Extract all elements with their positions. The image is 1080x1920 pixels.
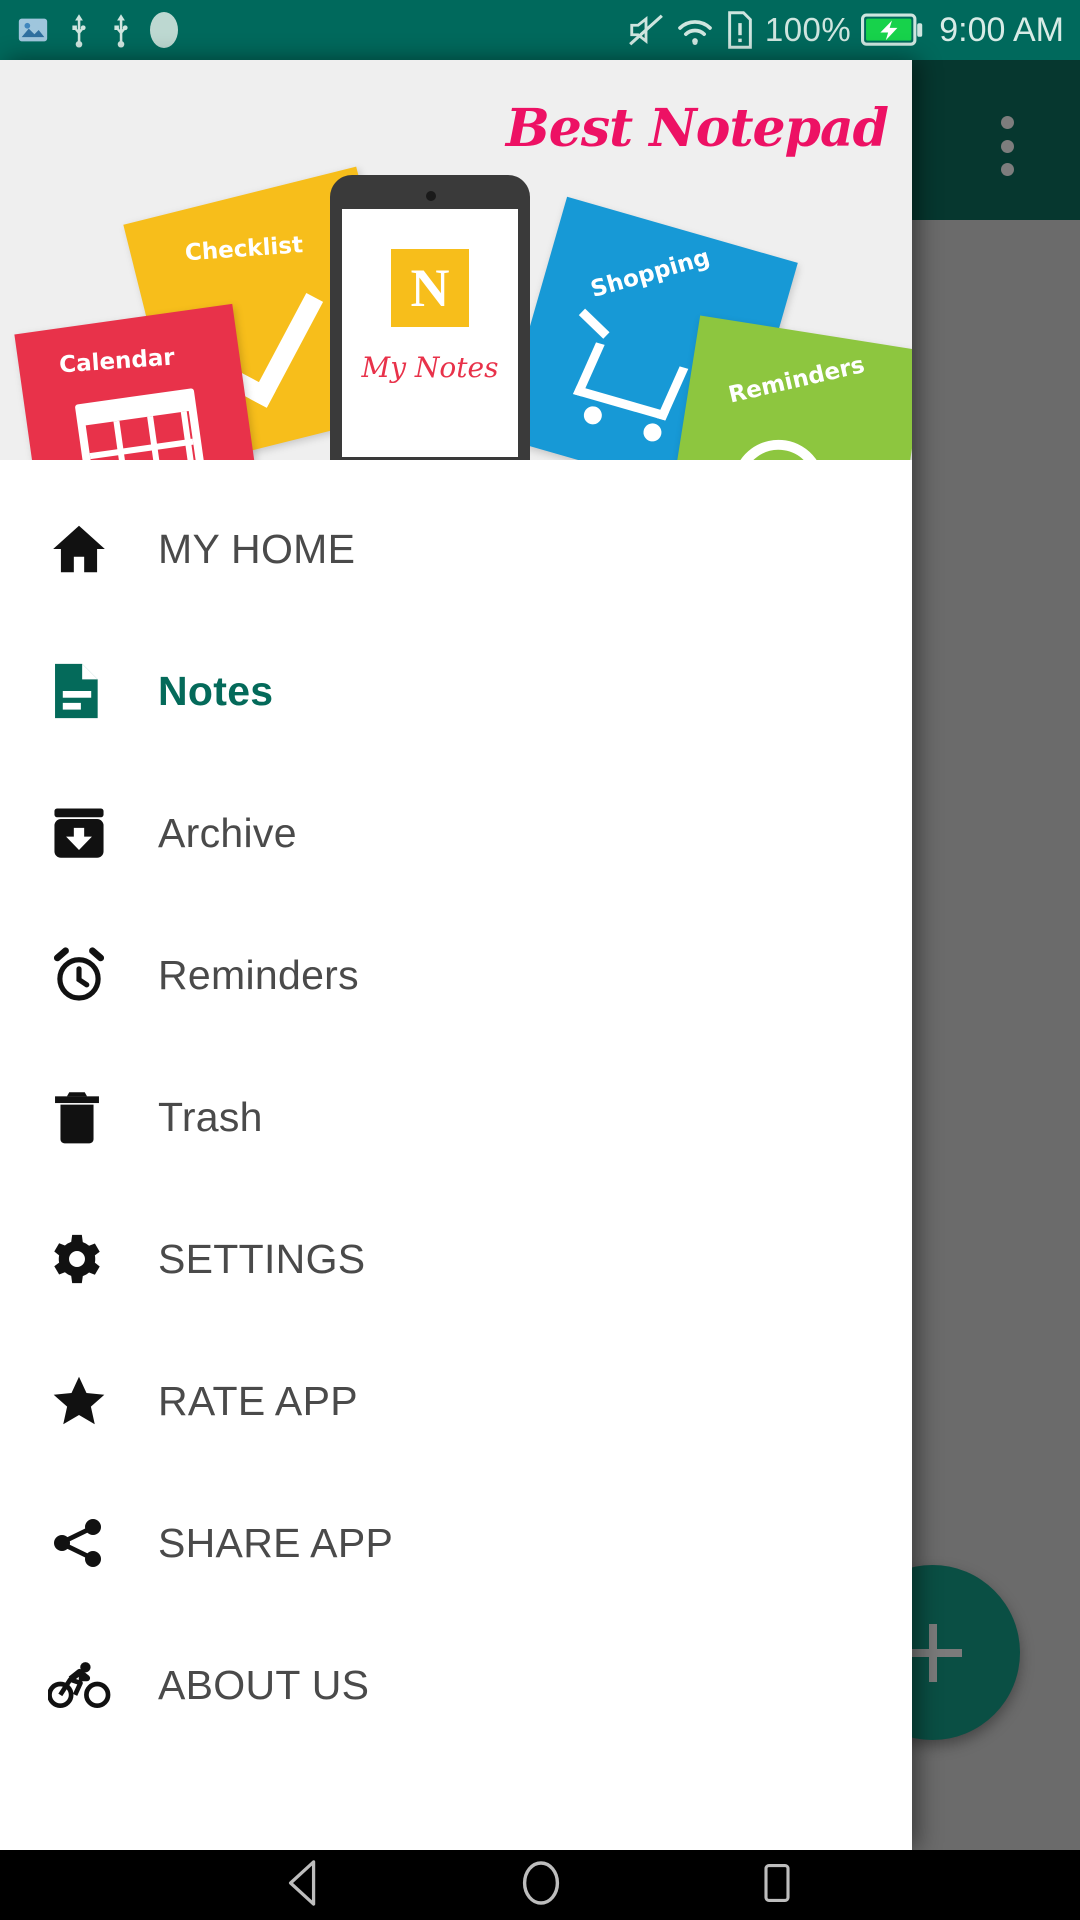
overflow-menu-button[interactable] (982, 116, 1032, 176)
gear-icon (48, 1230, 126, 1288)
calendar-icon (74, 388, 208, 460)
sticky-label-shopping: Shopping (587, 244, 713, 304)
share-icon (48, 1513, 126, 1573)
navigation-drawer[interactable]: Checklist Calendar Shopping Reminders N … (0, 60, 912, 1850)
status-bar: 100% 9:00 AM (0, 0, 1080, 60)
drawer-item-label: Notes (158, 667, 274, 714)
drawer-item-share-app[interactable]: SHARE APP (0, 1472, 912, 1614)
overflow-dot-icon (1000, 116, 1014, 129)
phone-screen: N My Notes (342, 209, 518, 457)
drawer-item-trash[interactable]: Trash (0, 1046, 912, 1188)
drawer-item-my-home[interactable]: MY HOME (0, 478, 912, 620)
status-bar-clock: 9:00 AM (939, 10, 1064, 49)
drawer-item-about-us[interactable]: ABOUT US (0, 1614, 912, 1756)
recents-icon[interactable] (755, 1857, 799, 1914)
drawer-item-label: Archive (158, 809, 297, 856)
drawer-header-banner: Checklist Calendar Shopping Reminders N … (0, 60, 912, 460)
sticky-note-reminders: Reminders (662, 315, 912, 460)
plus-icon (903, 1623, 962, 1682)
alarm-clock-icon (725, 433, 832, 460)
archive-icon (48, 802, 126, 864)
overflow-dot-icon (1000, 163, 1014, 176)
sticky-label-checklist: Checklist (184, 232, 304, 267)
sticky-label-calendar: Calendar (58, 344, 176, 379)
note-icon (48, 660, 126, 722)
drawer-menu-list: MY HOME Notes Archive Reminders Trash SE… (0, 460, 912, 1850)
mute-icon (628, 14, 663, 46)
drawer-item-label: ABOUT US (158, 1661, 370, 1708)
alarm-icon (48, 944, 126, 1006)
sticky-label-reminders: Reminders (726, 352, 868, 409)
home-circle-icon[interactable] (517, 1857, 565, 1914)
system-navigation-bar (0, 1850, 1080, 1920)
drawer-item-rate-app[interactable]: RATE APP (0, 1330, 912, 1472)
app-logo: N (391, 249, 469, 327)
back-icon[interactable] (281, 1857, 327, 1914)
usb-icon (72, 14, 86, 48)
battery-percent-label: 100% (764, 11, 852, 48)
drawer-item-label: MY HOME (158, 525, 356, 572)
drawer-item-label: SHARE APP (158, 1519, 394, 1566)
drawer-item-label: SETTINGS (158, 1235, 366, 1282)
home-icon (48, 518, 126, 580)
usb-icon (114, 14, 128, 48)
photo-icon (18, 18, 48, 42)
drawer-item-settings[interactable]: SETTINGS (0, 1188, 912, 1330)
wifi-icon (678, 20, 712, 45)
drawer-item-archive[interactable]: Archive (0, 762, 912, 904)
dot-icon (150, 12, 178, 48)
phone-camera-icon (426, 191, 436, 201)
battery-charging-icon (861, 13, 923, 46)
drawer-item-reminders[interactable]: Reminders (0, 904, 912, 1046)
bicycle-icon (48, 1656, 126, 1714)
drawer-item-label: RATE APP (158, 1377, 358, 1424)
phone-mockup: N My Notes (330, 175, 530, 460)
sim-alert-icon (728, 11, 752, 49)
drawer-item-notes[interactable]: Notes (0, 620, 912, 762)
star-icon (48, 1370, 126, 1432)
overflow-dot-icon (1000, 139, 1014, 153)
drawer-item-label: Reminders (158, 951, 359, 998)
sticky-note-calendar: Calendar (14, 303, 266, 460)
trash-icon (48, 1086, 126, 1148)
banner-title: Best Notepad (505, 98, 889, 159)
drawer-item-label: Trash (158, 1093, 263, 1140)
app-brand-label: My Notes (361, 351, 499, 384)
